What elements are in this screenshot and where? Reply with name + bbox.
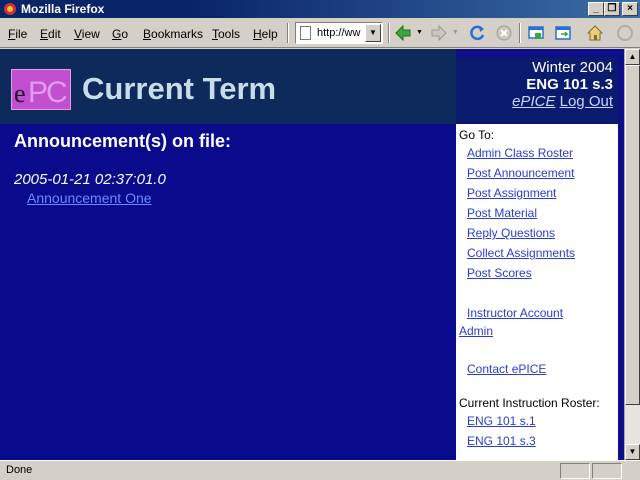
menu-go-accel: G	[112, 27, 122, 41]
window-titlebar[interactable]: Mozilla Firefox _ ❐ ×	[0, 0, 640, 18]
new-tab-icon[interactable]	[553, 23, 573, 43]
sidebar-link-post-material[interactable]: Post Material	[467, 206, 537, 220]
menu-bookmarks[interactable]: Bookmarks	[143, 27, 203, 41]
toolbar-separator	[287, 23, 289, 43]
close-button[interactable]: ×	[622, 2, 638, 16]
navigation-toolbar: File Edit View Go Bookmarks Tools Help ▼…	[0, 18, 640, 48]
menu-go[interactable]: Go	[112, 27, 128, 41]
sidebar-link-admin-class-roster[interactable]: Admin Class Roster	[467, 146, 573, 160]
minimize-button[interactable]: _	[588, 2, 604, 16]
epice-logo: e PC	[11, 69, 71, 110]
roster-link-eng101-s3[interactable]: ENG 101 s.3	[467, 434, 536, 448]
menu-edit-label: dit	[48, 27, 61, 41]
forward-icon[interactable]	[429, 23, 449, 43]
roster-title: Current Instruction Roster:	[459, 396, 600, 410]
sidebar-link-post-scores[interactable]: Post Scores	[467, 266, 532, 280]
logo-letter-e: e	[14, 79, 26, 108]
restore-button[interactable]: ❐	[604, 2, 620, 16]
menu-file-label: ile	[15, 27, 28, 41]
menu-file[interactable]: File	[8, 27, 27, 41]
sidebar-link-collect-assignments[interactable]: Collect Assignments	[467, 246, 575, 260]
menu-view-label: iew	[81, 27, 100, 41]
menu-help-accel: H	[253, 27, 262, 41]
goto-sidebar: Go To: Admin Class Roster Post Announcem…	[456, 124, 618, 460]
home-icon[interactable]	[585, 23, 605, 43]
sidebar-link-reply-questions[interactable]: Reply Questions	[467, 226, 555, 240]
logout-link[interactable]: Log Out	[560, 93, 613, 110]
firefox-icon	[4, 3, 16, 15]
menu-tools[interactable]: Tools	[212, 27, 240, 41]
back-icon[interactable]	[393, 23, 413, 43]
logo-letters-pc: PC	[28, 76, 68, 109]
sidebar-link-instructor-account-admin[interactable]: Admin	[459, 324, 493, 338]
sidebar-link-post-assignment[interactable]: Post Assignment	[467, 186, 556, 200]
announcement-date: 2005-01-21 02:37:01.0	[14, 171, 166, 188]
window-title: Mozilla Firefox	[21, 2, 105, 16]
epice-link[interactable]: ePICE	[512, 93, 555, 110]
menu-edit[interactable]: Edit	[40, 27, 61, 41]
term-course: ENG 101 s.3	[526, 76, 613, 93]
sidebar-link-instructor-account[interactable]: Instructor Account	[467, 306, 563, 320]
vertical-scrollbar[interactable]: ▲ ▼	[624, 49, 640, 460]
menu-bookmarks-label: ookmarks	[151, 27, 204, 41]
menu-help-label: elp	[261, 27, 278, 41]
announcement-link[interactable]: Announcement One	[27, 190, 152, 206]
throbber-icon	[617, 25, 633, 41]
back-dropdown-icon[interactable]: ▼	[416, 29, 423, 36]
status-panel	[592, 463, 622, 479]
term-links: ePICE Log Out	[456, 93, 613, 110]
status-text: Done	[6, 464, 33, 476]
menu-help[interactable]: Help	[253, 27, 278, 41]
scroll-thumb[interactable]	[625, 65, 640, 405]
menu-edit-accel: E	[40, 27, 49, 41]
menu-view-accel: V	[74, 27, 82, 41]
page-content: e PC Current Term Winter 2004 ENG 101 s.…	[0, 49, 624, 460]
page-title: Current Term	[82, 71, 277, 106]
toolbar-separator	[519, 23, 521, 43]
menu-go-label: o	[121, 27, 129, 41]
goto-label: Go To:	[459, 128, 495, 142]
menu-view[interactable]: View	[74, 27, 100, 41]
status-bar: Done	[0, 460, 640, 480]
sidebar-link-contact[interactable]: Contact ePICE	[467, 362, 546, 376]
announcements-heading: Announcement(s) on file:	[14, 131, 231, 151]
scroll-down-button[interactable]: ▼	[625, 444, 640, 460]
roster-link-eng101-s1[interactable]: ENG 101 s.1	[467, 414, 536, 428]
sidebar-link-post-announcement[interactable]: Post Announcement	[467, 166, 574, 180]
announcements-panel: Announcement(s) on file: 2005-01-21 02:3…	[0, 124, 456, 460]
address-bar[interactable]: ▼	[295, 22, 383, 44]
address-input[interactable]	[317, 26, 361, 40]
address-dropdown-button[interactable]: ▼	[365, 24, 381, 42]
page-icon	[300, 26, 311, 40]
term-info: Winter 2004 ENG 101 s.3 ePICE Log Out	[456, 57, 618, 124]
open-window-icon[interactable]	[526, 23, 546, 43]
menu-bookmarks-accel: B	[143, 27, 152, 41]
scroll-up-button[interactable]: ▲	[625, 49, 640, 65]
forward-dropdown-icon[interactable]: ▼	[452, 29, 459, 36]
toolbar-separator	[388, 23, 390, 43]
menu-tools-label: ools	[218, 27, 241, 41]
reload-icon[interactable]	[467, 23, 487, 43]
status-panel	[560, 463, 590, 479]
page-header: e PC Current Term	[0, 49, 456, 124]
term-season: Winter 2004	[532, 59, 613, 76]
stop-icon[interactable]	[494, 23, 514, 43]
